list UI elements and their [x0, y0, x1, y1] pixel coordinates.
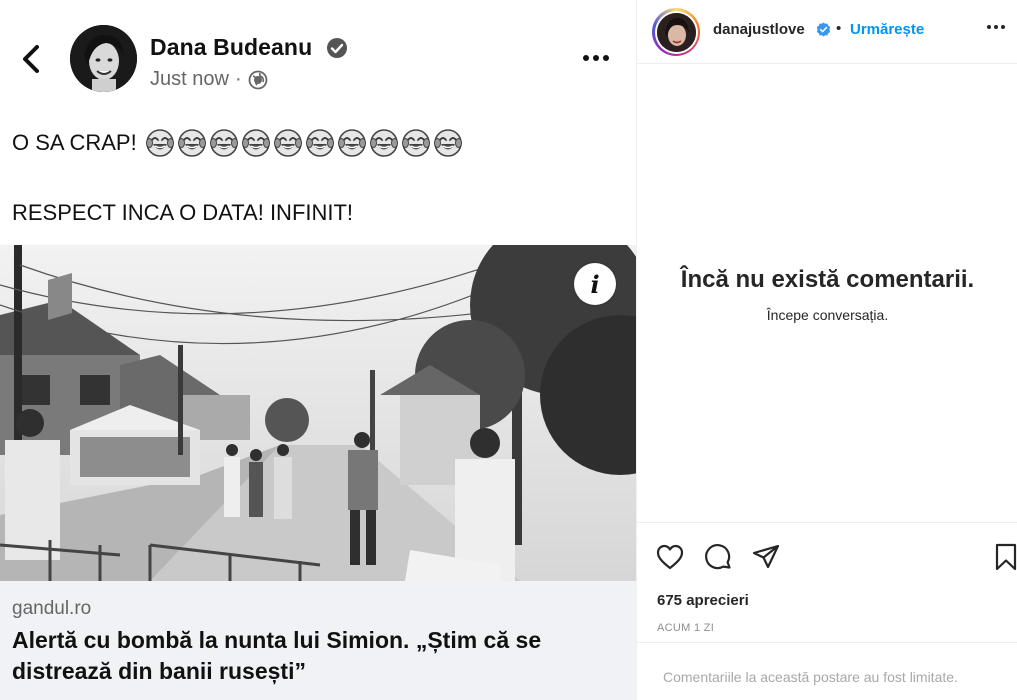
- info-icon[interactable]: i: [574, 263, 616, 305]
- laughing-emoji-icon: [337, 129, 366, 157]
- likes-count[interactable]: 675 aprecieri: [657, 592, 749, 609]
- post-text-1: O SA CRAP!: [12, 130, 137, 155]
- emoji-row: [145, 128, 463, 158]
- comments-limited-text: Comentariile la această postare au fost …: [663, 669, 958, 685]
- back-arrow-icon: [23, 45, 39, 73]
- dot: [583, 55, 589, 61]
- author-avatar[interactable]: [70, 25, 137, 92]
- no-comments-heading: Încă nu există comentarii.: [680, 266, 975, 293]
- instagram-header: danajustlove • Urmărește: [637, 0, 1017, 64]
- verified-icon: [816, 22, 831, 37]
- back-button[interactable]: [12, 38, 50, 80]
- separator-dot: •: [836, 20, 842, 37]
- globe-icon: [248, 70, 268, 89]
- post-age: ACUM 1 ZI: [657, 622, 715, 634]
- laughing-emoji-icon: [145, 129, 174, 157]
- action-bar: [637, 522, 1017, 582]
- comment-icon[interactable]: [703, 542, 733, 572]
- laughing-emoji-icon: [209, 129, 238, 157]
- laughing-emoji-icon: [369, 129, 398, 157]
- ig-username[interactable]: danajustlove: [713, 21, 805, 38]
- heart-icon[interactable]: [655, 542, 685, 572]
- follow-button[interactable]: Urmărește: [850, 21, 924, 38]
- time-separator: ·: [234, 68, 242, 90]
- laughing-emoji-icon: [401, 129, 430, 157]
- avatar: [656, 12, 696, 52]
- street-photo: [0, 245, 636, 581]
- laughing-emoji-icon: [241, 129, 270, 157]
- laughing-emoji-icon: [305, 129, 334, 157]
- verified-icon: [327, 38, 347, 58]
- laughing-emoji-icon: [177, 129, 206, 157]
- share-icon[interactable]: [751, 542, 781, 572]
- bookmark-icon[interactable]: [991, 542, 1017, 572]
- post-text-2: RESPECT INCA O DATA! INFINIT!: [12, 200, 354, 225]
- start-conversation-text: Începe conversația.: [766, 307, 889, 323]
- ig-avatar[interactable]: [652, 8, 700, 56]
- post-text-line-1: O SA CRAP!: [12, 128, 463, 158]
- dot: [593, 55, 599, 61]
- dot: [603, 55, 609, 61]
- post-photo[interactable]: i: [0, 245, 636, 581]
- laughing-emoji-icon: [273, 129, 302, 157]
- link-preview[interactable]: gandul.ro Alertă cu bombă la nunta lui S…: [0, 581, 636, 700]
- comments-limited-bar: Comentariile la această postare au fost …: [637, 642, 1017, 700]
- more-icon[interactable]: [987, 25, 1005, 29]
- link-domain: gandul.ro: [12, 598, 92, 619]
- post-timestamp: Just now ·: [150, 68, 268, 91]
- instagram-panel: danajustlove • Urmărește Încă nu există …: [636, 0, 1017, 700]
- author-name[interactable]: Dana Budeanu: [150, 34, 312, 61]
- laughing-emoji-icon: [433, 129, 462, 157]
- facebook-post: Dana Budeanu Just now · O SA CRAP! RESPE…: [0, 0, 636, 700]
- link-title[interactable]: Alertă cu bombă la nunta lui Simion. „Șt…: [12, 625, 622, 687]
- post-time[interactable]: Just now: [150, 68, 229, 91]
- post-more-button[interactable]: [578, 44, 614, 72]
